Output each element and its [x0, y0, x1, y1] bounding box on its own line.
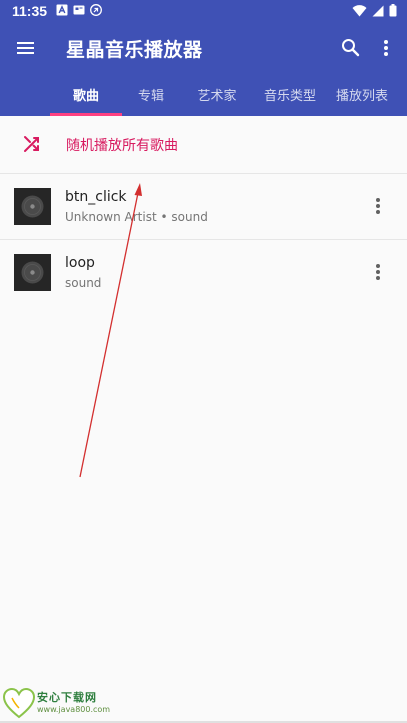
more-vert-icon — [376, 198, 380, 214]
status-system — [352, 4, 397, 17]
notification-a-icon — [56, 4, 68, 16]
more-vert-icon — [376, 264, 380, 280]
tab-genres[interactable]: 音乐类型 — [254, 72, 326, 116]
song-row[interactable]: loop sound — [0, 240, 407, 305]
top-bar: 11:35 星晶音乐播放器 歌曲 专辑 艺术家 音乐类型 播放列表 — [0, 0, 407, 116]
watermark-heart-logo — [2, 687, 36, 719]
shuffle-all-label: 随机播放所有歌曲 — [66, 138, 178, 154]
app-title: 星晶音乐播放器 — [66, 39, 203, 61]
song-row[interactable]: btn_click Unknown Artist • sound — [0, 174, 407, 240]
tab-songs[interactable]: 歌曲 — [50, 72, 122, 116]
signal-icon — [372, 5, 384, 16]
status-time: 11:35 — [12, 3, 48, 19]
song-subtitle: Unknown Artist • sound — [65, 210, 208, 224]
notification-card-icon — [73, 5, 85, 15]
battery-icon — [389, 4, 397, 17]
song-more-button[interactable] — [368, 194, 388, 218]
status-bar: 11:35 — [0, 0, 407, 24]
menu-icon — [17, 42, 34, 54]
tab-bar: 歌曲 专辑 艺术家 音乐类型 播放列表 — [50, 72, 398, 116]
watermark: 安心下载网 www.java800.com — [0, 686, 110, 720]
search-button[interactable] — [337, 34, 365, 62]
app-bar: 星晶音乐播放器 — [0, 24, 407, 72]
menu-button[interactable] — [12, 34, 40, 62]
meta-separator: • — [160, 210, 168, 224]
notification-circle-icon — [90, 4, 102, 16]
song-artist: Unknown Artist — [65, 210, 157, 224]
wifi-icon — [352, 4, 367, 16]
search-icon — [342, 39, 360, 57]
vinyl-disc-icon — [21, 195, 44, 218]
watermark-url: www.java800.com — [37, 705, 111, 714]
tab-albums[interactable]: 专辑 — [122, 72, 180, 116]
song-title: loop — [65, 255, 95, 271]
shuffle-icon — [24, 136, 39, 152]
watermark-title: 安心下载网 — [37, 691, 97, 704]
tab-playlists[interactable]: 播放列表 — [326, 72, 398, 116]
status-notifications — [56, 4, 102, 16]
album-art — [14, 254, 51, 291]
song-subtitle: sound — [65, 276, 102, 290]
song-title: btn_click — [65, 189, 127, 205]
song-album: sound — [171, 210, 208, 224]
more-vert-icon — [384, 40, 388, 56]
album-art — [14, 188, 51, 225]
tab-artists[interactable]: 艺术家 — [180, 72, 254, 116]
song-more-button[interactable] — [368, 260, 388, 284]
more-options-button[interactable] — [376, 34, 396, 62]
vinyl-disc-icon — [21, 261, 44, 284]
shuffle-all-button[interactable]: 随机播放所有歌曲 — [0, 116, 407, 174]
